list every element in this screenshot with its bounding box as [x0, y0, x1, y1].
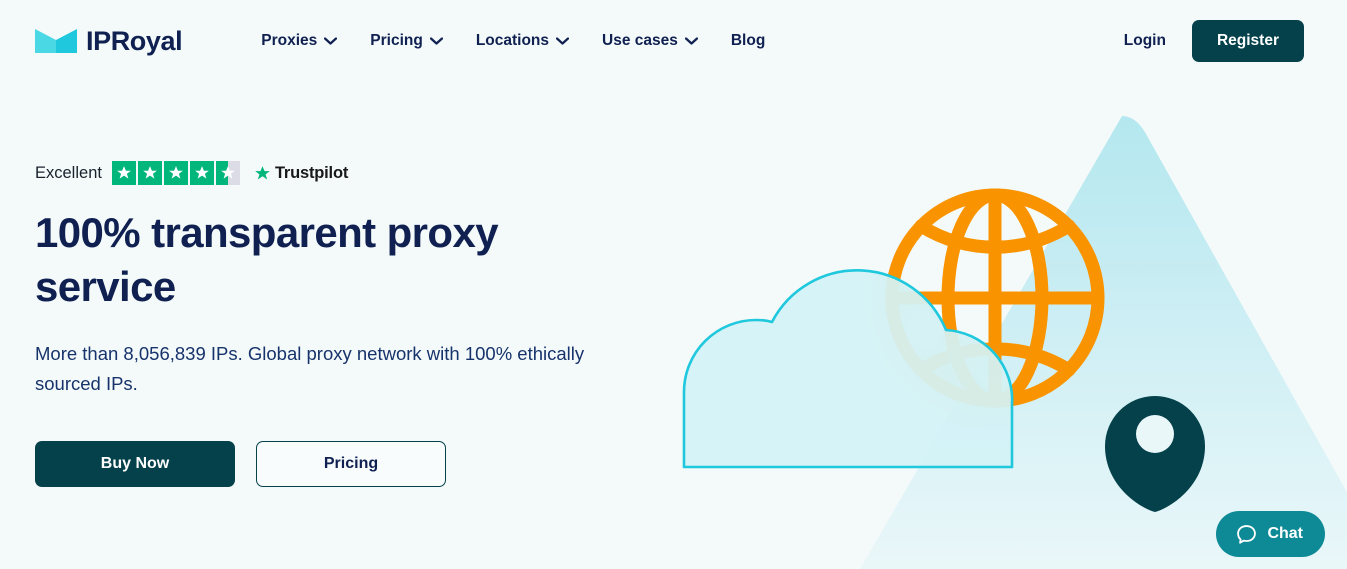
page-title: 100% transparent proxy service — [35, 209, 499, 310]
chevron-down-icon — [324, 37, 338, 45]
hero-section: Excellent Trustpilot 100% transparent pr… — [35, 160, 675, 487]
hero-subtitle: More than 8,056,839 IPs. Global proxy ne… — [35, 343, 585, 394]
buy-now-button[interactable]: Buy Now — [35, 441, 235, 487]
star-icon — [137, 161, 162, 185]
nav-item-use-cases[interactable]: Use cases — [602, 33, 698, 49]
globe-icon — [885, 188, 1105, 408]
brand-name: IPRoyal — [86, 25, 183, 56]
page-root: IPRoyal Proxies Pricing Locations Use ca… — [0, 0, 1347, 569]
star-icon — [189, 161, 214, 185]
brand-logo[interactable]: IPRoyal — [35, 25, 183, 56]
trustpilot-wordmark: Trustpilot — [274, 163, 349, 182]
cloud-icon — [682, 269, 1014, 469]
trustpilot-stars — [111, 161, 240, 185]
trustpilot-logo: Trustpilot — [254, 165, 348, 182]
register-button[interactable]: Register — [1191, 20, 1304, 62]
star-icon — [111, 161, 136, 185]
mountain-shape — [860, 116, 1347, 569]
login-link[interactable]: Login — [1124, 32, 1166, 50]
nav-item-proxies[interactable]: Proxies — [261, 32, 338, 50]
nav-item-label: Proxies — [261, 32, 318, 50]
chevron-down-icon — [556, 37, 570, 45]
nav-item-label: Locations — [475, 32, 550, 50]
map-pin-icon — [1105, 396, 1205, 512]
chevron-down-icon — [429, 37, 443, 45]
site-header: IPRoyal Proxies Pricing Locations Use ca… — [0, 0, 1347, 82]
main-nav: Proxies Pricing Locations Use cases Blog — [261, 33, 765, 49]
crown-icon — [35, 29, 77, 53]
trustpilot-rating[interactable]: Excellent Trustpilot — [35, 160, 675, 186]
chat-bubble-icon — [1237, 524, 1257, 544]
nav-item-locations[interactable]: Locations — [475, 32, 570, 50]
nav-item-label: Use cases — [602, 32, 678, 50]
nav-item-label: Blog — [730, 32, 766, 50]
globe-glow — [885, 270, 1013, 408]
chevron-down-icon — [684, 37, 698, 45]
star-half-icon — [215, 161, 240, 185]
trustpilot-star-icon — [255, 165, 270, 179]
trustpilot-rating-word: Excellent — [35, 163, 102, 182]
nav-item-pricing[interactable]: Pricing — [370, 33, 443, 49]
chat-widget-button[interactable]: Chat — [1216, 511, 1325, 557]
nav-item-blog[interactable]: Blog — [731, 33, 765, 49]
pricing-button[interactable]: Pricing — [256, 441, 446, 487]
nav-item-label: Pricing — [370, 32, 423, 50]
header-actions: Login Register — [1124, 20, 1304, 62]
chat-widget-label: Chat — [1267, 525, 1303, 542]
hero-cta-group: Buy Now Pricing — [35, 441, 675, 487]
star-icon — [163, 161, 188, 185]
